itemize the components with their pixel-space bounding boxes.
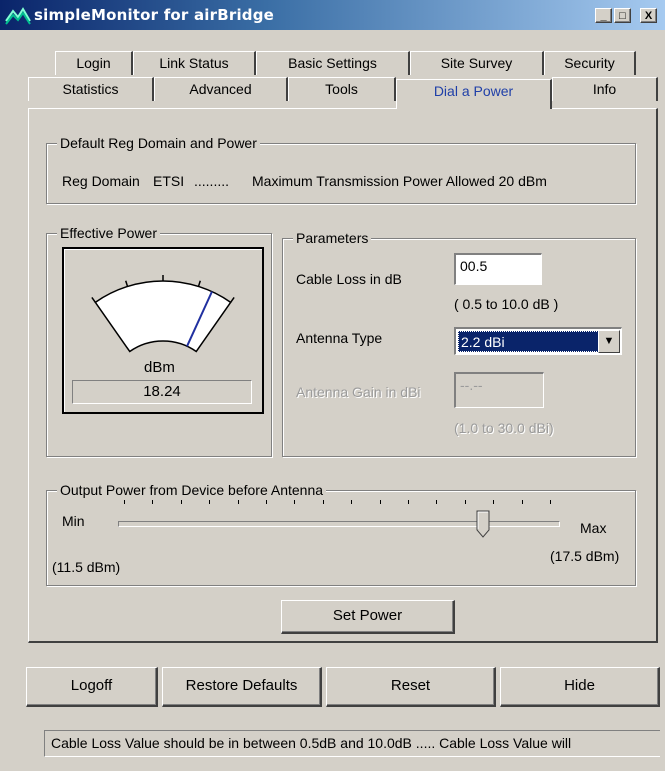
maximize-button[interactable]: □ [614, 8, 631, 23]
slider-tick [294, 500, 296, 504]
chevron-down-icon[interactable]: ▼ [598, 330, 620, 353]
tab-dial-a-power[interactable]: Dial a Power [396, 79, 552, 109]
default-domain-group-label: Default Reg Domain and Power [57, 135, 260, 151]
slider-tick [521, 500, 523, 504]
tab-tools[interactable]: Tools [288, 77, 396, 101]
status-bar: Cable Loss Value should be in between 0.… [44, 730, 660, 757]
output-power-group-label: Output Power from Device before Antenna [57, 482, 327, 498]
tab-link-status[interactable]: Link Status [133, 51, 256, 75]
gauge-tick [91, 296, 96, 303]
slider-tick [408, 500, 409, 504]
tab-info[interactable]: Info [552, 77, 658, 101]
logoff-button[interactable]: Logoff [26, 667, 158, 707]
title-bar[interactable]: simpleMonitor for airBridge _ □ X [0, 0, 665, 30]
tab-security[interactable]: Security [544, 51, 636, 75]
cable-loss-input[interactable]: 00.5 [454, 253, 542, 285]
slider-min-label: Min [62, 513, 85, 529]
slider-tick [493, 500, 495, 504]
tab-site-survey[interactable]: Site Survey [410, 51, 544, 75]
reg-domain-label: Reg Domain [62, 173, 140, 189]
slider-tick [180, 500, 182, 504]
power-slider-thumb[interactable] [476, 510, 490, 538]
power-slider-track[interactable] [118, 521, 560, 527]
gauge-tick [124, 280, 129, 287]
gauge-tick [230, 296, 235, 303]
restore-defaults-button[interactable]: Restore Defaults [162, 667, 322, 707]
slider-max-label: Max [580, 520, 607, 536]
hide-button[interactable]: Hide [500, 667, 660, 707]
antenna-gain-range: (1.0 to 30.0 dBi) [454, 420, 554, 436]
minimize-button[interactable]: _ [595, 8, 612, 23]
antenna-gain-label: Antenna Gain in dBi [296, 384, 421, 400]
slider-tick [152, 500, 154, 504]
slider-max-value: (17.5 dBm) [550, 548, 620, 564]
slider-tick [124, 500, 125, 504]
close-button[interactable]: X [640, 8, 657, 23]
slider-tick [237, 500, 239, 504]
antenna-gain-input[interactable]: --.-- [454, 372, 544, 408]
antenna-type-value: 2.2 dBi [458, 331, 599, 352]
power-readout: 18.24 [72, 380, 252, 404]
power-unit-label: dBm [144, 359, 175, 376]
set-power-button[interactable]: Set Power [281, 600, 455, 634]
effective-power-group-label: Effective Power [57, 225, 161, 241]
app-window: simpleMonitor for airBridge _ □ X Login … [0, 0, 665, 771]
slider-tick [266, 500, 267, 504]
cable-loss-label: Cable Loss in dB [296, 271, 402, 287]
slider-tick [322, 500, 324, 504]
antenna-type-label: Antenna Type [296, 330, 383, 346]
output-power-group: Output Power from Device before Antenna [46, 482, 636, 586]
slider-tick [351, 500, 353, 504]
slider-tick [379, 500, 381, 504]
antenna-type-select[interactable]: 2.2 dBi ▼ [454, 327, 622, 355]
window-title: simpleMonitor for airBridge [34, 6, 275, 24]
tab-login[interactable]: Login [55, 51, 133, 75]
reset-button[interactable]: Reset [326, 667, 496, 707]
max-power-text: Maximum Transmission Power Allowed 20 dB… [252, 173, 547, 189]
slider-tick [436, 500, 438, 504]
gauge-face [94, 280, 232, 353]
slider-tick [550, 500, 551, 504]
slider-tick [209, 500, 211, 504]
tab-advanced[interactable]: Advanced [154, 77, 288, 101]
power-gauge [91, 275, 235, 353]
cable-loss-range: ( 0.5 to 10.0 dB ) [454, 296, 559, 312]
power-meter: dBm 18.24 [62, 247, 264, 414]
tab-statistics[interactable]: Statistics [28, 77, 154, 101]
slider-min-value: (11.5 dBm) [52, 559, 121, 575]
tab-basic-settings[interactable]: Basic Settings [256, 51, 410, 75]
signal-app-icon [5, 7, 31, 25]
gauge-tick [197, 280, 202, 287]
parameters-group-label: Parameters [293, 230, 372, 246]
slider-tick [464, 500, 466, 504]
reg-domain-value: ETSI [153, 173, 185, 189]
reg-domain-separator: ......... [194, 173, 230, 189]
